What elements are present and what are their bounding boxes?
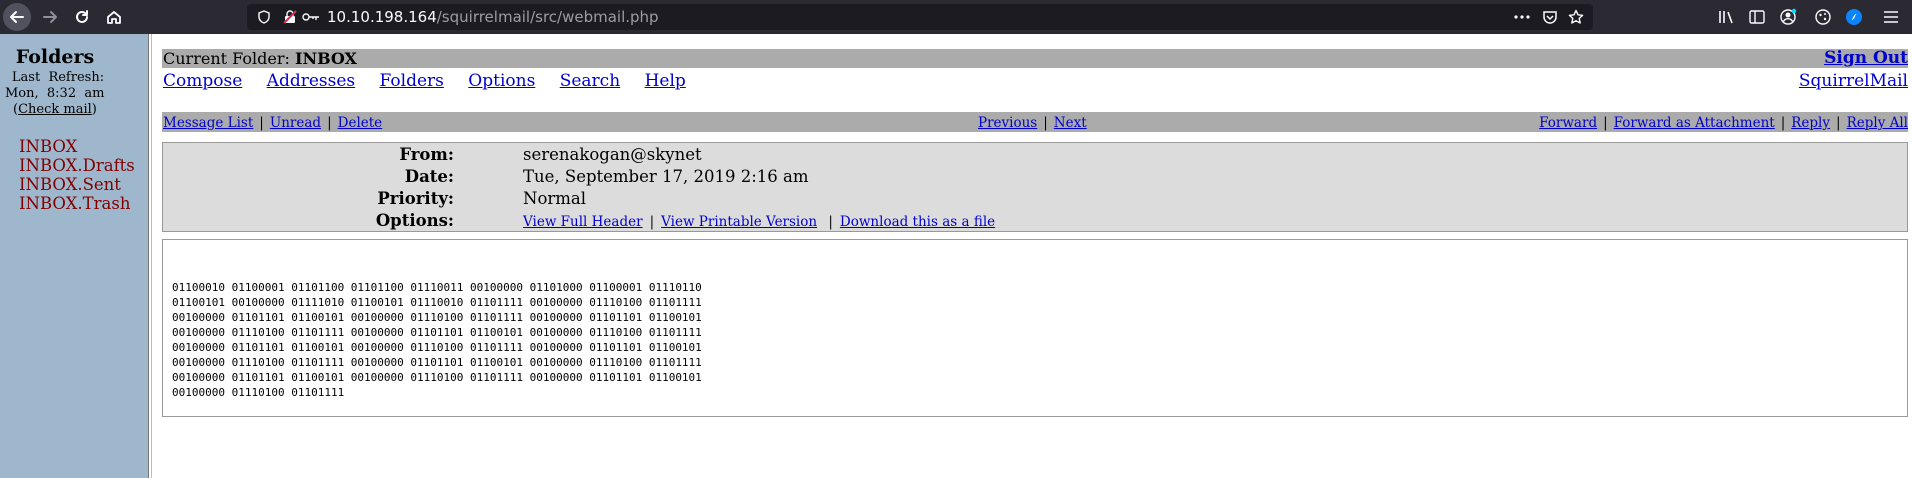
from-row: From: serenakogan@skynet: [163, 145, 1907, 167]
url-text[interactable]: 10.10.198.164/squirrelmail/src/webmail.p…: [327, 8, 659, 26]
reply-all-link[interactable]: Reply All: [1847, 115, 1908, 131]
forward-button[interactable]: [36, 3, 64, 31]
main-pane: Current Folder: INBOX Sign Out Compose A…: [153, 34, 1912, 478]
library-icon[interactable]: [1718, 9, 1736, 25]
browser-toolbar: 10.10.198.164/squirrelmail/src/webmail.p…: [0, 0, 1912, 34]
bookmark-star-icon[interactable]: [1568, 9, 1584, 25]
from-label: From:: [399, 145, 454, 164]
extension-cookie-icon[interactable]: [1814, 8, 1832, 26]
download-file-link[interactable]: Download this as a file: [840, 214, 995, 230]
delete-link[interactable]: Delete: [338, 115, 383, 131]
check-mail: (Check mail): [13, 102, 97, 117]
date-row: Date: Tue, September 17, 2019 2:16 am: [163, 167, 1907, 189]
last-refresh-label: Last Refresh:: [11, 70, 105, 85]
unread-link[interactable]: Unread: [270, 115, 321, 131]
main-menu: Compose Addresses Folders Options Search…: [163, 71, 705, 91]
message-list-link[interactable]: Message List: [163, 115, 253, 131]
next-link[interactable]: Next: [1054, 115, 1087, 131]
current-folder-name: INBOX: [294, 49, 357, 68]
current-folder: Current Folder: INBOX: [163, 49, 357, 68]
squirrelmail-link[interactable]: SquirrelMail: [1799, 71, 1908, 91]
forward-arrow-icon: [43, 11, 57, 23]
message-body-box: 01100010 01100001 01101100 01101100 0111…: [162, 239, 1908, 417]
menu-help[interactable]: Help: [645, 71, 686, 91]
folder-sent[interactable]: INBOX.Sent: [19, 175, 135, 194]
view-full-header-link[interactable]: View Full Header: [523, 214, 643, 230]
date-label: Date:: [404, 167, 454, 186]
priority-row: Priority: Normal: [163, 189, 1907, 211]
folder-trash[interactable]: INBOX.Trash: [19, 194, 135, 213]
insecure-lock-icon[interactable]: [283, 10, 297, 24]
folder-list: INBOX INBOX.Drafts INBOX.Sent INBOX.Tras…: [19, 137, 135, 213]
message-nav-middle: Previous | Next: [978, 115, 1087, 131]
forward-attachment-link[interactable]: Forward as Attachment: [1614, 115, 1775, 131]
previous-link[interactable]: Previous: [978, 115, 1037, 131]
current-folder-bar: [162, 49, 1908, 68]
home-icon: [107, 11, 121, 24]
forward-link[interactable]: Forward: [1539, 115, 1597, 131]
menu-options[interactable]: Options: [468, 71, 535, 91]
reload-button[interactable]: [68, 3, 96, 31]
shield-icon[interactable]: [257, 10, 271, 24]
message-nav-right: Forward | Forward as Attachment | Reply | Repl…: [1539, 115, 1908, 131]
reply-link[interactable]: Reply: [1791, 115, 1830, 131]
message-nav-left: Message List | Unread | Delete: [163, 115, 383, 131]
url-host: 10.10.198.164: [327, 8, 437, 26]
account-icon[interactable]: [1779, 8, 1797, 26]
options-label: Options:: [375, 211, 454, 230]
key-icon[interactable]: [302, 11, 320, 23]
menu-addresses[interactable]: Addresses: [267, 71, 355, 91]
last-refresh-time: Mon, 8:32 am: [5, 86, 105, 101]
home-button[interactable]: [100, 3, 128, 31]
hamburger-menu-icon[interactable]: [1883, 10, 1899, 24]
priority-value: Normal: [523, 189, 587, 208]
folder-drafts[interactable]: INBOX.Drafts: [19, 156, 135, 175]
menu-folders[interactable]: Folders: [380, 71, 444, 91]
sign-out-link[interactable]: Sign Out: [1824, 49, 1908, 68]
from-value: serenakogan@skynet: [523, 145, 702, 164]
extension-compass-icon[interactable]: [1845, 8, 1863, 26]
pocket-icon[interactable]: [1542, 9, 1558, 25]
sidebar-toggle-icon[interactable]: [1749, 9, 1765, 25]
url-path: /squirrelmail/src/webmail.php: [436, 8, 659, 26]
current-folder-label: Current Folder:: [163, 49, 290, 68]
menu-search[interactable]: Search: [560, 71, 620, 91]
folder-pane: Folders Last Refresh: Mon, 8:32 am (Chec…: [0, 34, 148, 478]
message-header: From: serenakogan@skynet Date: Tue, Sept…: [162, 142, 1908, 232]
view-printable-link[interactable]: View Printable Version: [661, 214, 817, 230]
options-row: Options: View Full Header | View Printable…: [163, 211, 1907, 233]
folder-inbox[interactable]: INBOX: [19, 137, 135, 156]
back-button[interactable]: [3, 3, 31, 31]
check-mail-link[interactable]: Check mail: [18, 102, 92, 117]
message-body: 01100010 01100001 01101100 01101100 0111…: [172, 281, 702, 399]
menu-compose[interactable]: Compose: [163, 71, 242, 91]
address-bar[interactable]: 10.10.198.164/squirrelmail/src/webmail.p…: [247, 4, 1593, 30]
options-links: View Full Header | View Printable Version …: [523, 214, 996, 230]
reload-icon: [76, 10, 88, 23]
page-actions-icon[interactable]: [1514, 15, 1530, 19]
folders-title: Folders: [15, 46, 95, 68]
priority-label: Priority:: [377, 189, 454, 208]
date-value: Tue, September 17, 2019 2:16 am: [523, 167, 809, 186]
back-arrow-icon: [10, 11, 24, 23]
frame-divider[interactable]: [148, 34, 152, 478]
